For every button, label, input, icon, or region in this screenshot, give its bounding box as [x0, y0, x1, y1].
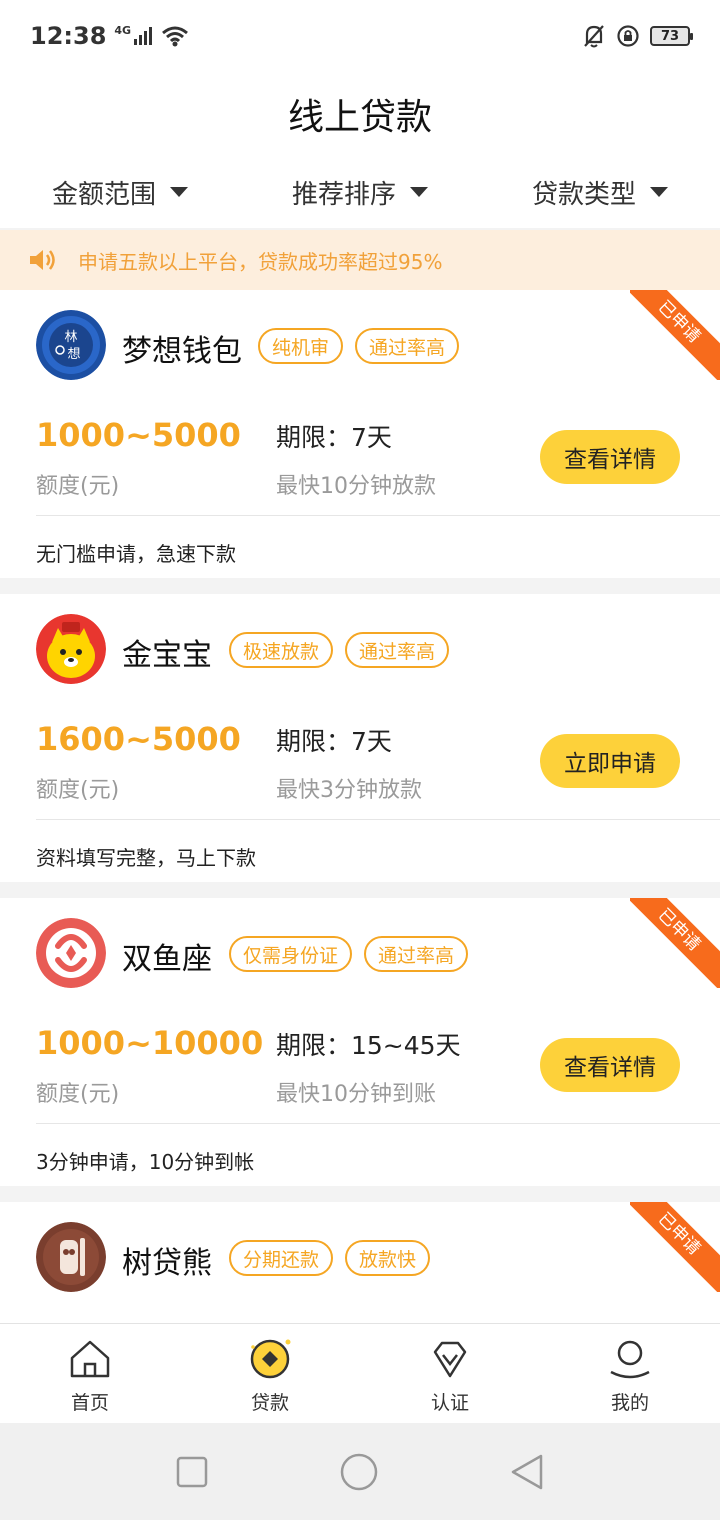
- ribbon-label: 已申请: [630, 1202, 720, 1292]
- loan-speed: 最快10分钟到账: [276, 1082, 436, 1107]
- loan-card[interactable]: 金宝宝 极速放款 通过率高 1600~5000 额度(元) 期限：7天 最快3分…: [0, 594, 720, 882]
- ribbon-label: 已申请: [630, 290, 720, 380]
- view-details-button[interactable]: 查看详情: [540, 1038, 680, 1092]
- notice-banner: 申请五款以上平台，贷款成功率超过95%: [0, 230, 720, 290]
- loan-speed: 最快3分钟放款: [276, 778, 422, 803]
- speaker-icon: [30, 250, 55, 270]
- home-icon: [70, 1340, 110, 1378]
- nav-verify[interactable]: 认证: [360, 1324, 540, 1423]
- nav-profile[interactable]: 我的: [540, 1324, 720, 1423]
- tag: 通过率高: [355, 328, 460, 364]
- applied-ribbon: 已申请: [630, 1202, 720, 1292]
- tag: 通过率高: [345, 632, 450, 668]
- caret-down-icon: [410, 187, 428, 197]
- tag: 极速放款: [229, 632, 334, 668]
- divider: [36, 515, 720, 516]
- amount-range: 1600~5000: [36, 720, 241, 758]
- loan-term: 期限：7天: [276, 423, 392, 452]
- battery-indicator: 73: [650, 26, 693, 46]
- loan-term: 期限：15~45天: [276, 1031, 461, 1060]
- battery-level: 73: [660, 28, 680, 44]
- tag-list: 仅需身份证 通过率高: [229, 936, 469, 972]
- tag: 仅需身份证: [229, 936, 353, 972]
- filter-sort-order[interactable]: 推荐排序: [240, 174, 480, 211]
- caret-down-icon: [650, 187, 668, 197]
- nav-label: 贷款: [250, 1392, 289, 1414]
- bottom-nav: 首页 贷款 认证 我的: [0, 1323, 720, 1423]
- loan-card[interactable]: 树贷熊 分期还款 放款快 已申请: [0, 1202, 720, 1323]
- loan-name: 双鱼座: [122, 942, 212, 977]
- page-header: 线上贷款: [0, 72, 720, 156]
- applied-ribbon: 已申请: [630, 290, 720, 380]
- loan-name: 金宝宝: [122, 638, 212, 673]
- notice-text: 申请五款以上平台，贷款成功率超过95%: [78, 249, 443, 274]
- tag-list: 分期还款 放款快: [229, 1240, 431, 1276]
- loan-slogan: 资料填写完整，马上下款: [36, 846, 256, 870]
- wifi-icon: [162, 26, 189, 47]
- tag: 纯机审: [258, 328, 344, 364]
- amount-label: 额度(元): [36, 778, 120, 803]
- amount-label: 额度(元): [36, 474, 120, 499]
- filter-loan-type[interactable]: 贷款类型: [480, 174, 720, 211]
- nav-label: 认证: [430, 1392, 469, 1414]
- jinbaobao-mascot-logo-icon: [36, 614, 106, 684]
- amount-range: 1000~10000: [36, 1024, 264, 1062]
- home-circle-icon[interactable]: [339, 1452, 379, 1492]
- divider: [36, 819, 720, 820]
- loan-slogan: 无门槛申请，急速下款: [36, 542, 236, 566]
- caret-down-icon: [170, 187, 188, 197]
- signal-icon: [134, 27, 153, 45]
- filter-label: 推荐排序: [291, 179, 396, 210]
- ribbon-label: 已申请: [630, 898, 720, 988]
- loan-speed: 最快10分钟放款: [276, 474, 436, 499]
- filter-label: 金额范围: [51, 179, 156, 210]
- tag-list: 纯机审 通过率高: [258, 328, 460, 364]
- loan-slogan: 3分钟申请，10分钟到帐: [36, 1150, 255, 1174]
- amount-label: 额度(元): [36, 1082, 120, 1107]
- loan-card[interactable]: 双鱼座 仅需身份证 通过率高 1000~10000 额度(元) 期限：15~45…: [0, 898, 720, 1186]
- svg-text:林: 林: [64, 330, 77, 345]
- tag-list: 极速放款 通过率高: [229, 632, 450, 668]
- pisces-logo-icon: [36, 918, 106, 988]
- tag: 通过率高: [364, 936, 469, 972]
- dream-wallet-logo-icon: 林 想: [36, 310, 106, 380]
- tag: 放款快: [345, 1240, 431, 1276]
- filter-bar: 金额范围 推荐排序 贷款类型: [0, 156, 720, 228]
- back-icon[interactable]: [509, 1453, 545, 1491]
- rotation-lock-icon: [617, 25, 639, 47]
- profile-icon: [610, 1340, 650, 1379]
- status-time: 12:38: [30, 22, 107, 50]
- status-bar: 12:38 4G 73: [0, 0, 720, 72]
- verify-diamond-icon: [433, 1341, 467, 1378]
- tag: 分期还款: [229, 1240, 334, 1276]
- system-nav-bar: [0, 1423, 720, 1520]
- applied-ribbon: 已申请: [630, 898, 720, 988]
- apply-now-button[interactable]: 立即申请: [540, 734, 680, 788]
- loan-name: 梦想钱包: [122, 334, 242, 369]
- svg-text:想: 想: [67, 346, 80, 362]
- recent-apps-icon[interactable]: [175, 1455, 209, 1489]
- loan-card[interactable]: 林 想 梦想钱包 纯机审 通过率高 1000~5000 额度(元) 期限：7天 …: [0, 290, 720, 578]
- filter-amount-range[interactable]: 金额范围: [0, 174, 240, 211]
- divider: [36, 1123, 720, 1124]
- bell-muted-icon: [584, 25, 604, 48]
- nav-label: 我的: [610, 1392, 649, 1414]
- view-details-button[interactable]: 查看详情: [540, 430, 680, 484]
- amount-range: 1000~5000: [36, 416, 241, 454]
- filter-label: 贷款类型: [531, 179, 636, 210]
- network-type: 4G: [114, 24, 132, 37]
- nav-home[interactable]: 首页: [0, 1324, 180, 1423]
- loan-coin-icon: [250, 1339, 291, 1379]
- page-title: 线上贷款: [287, 97, 432, 138]
- loan-term: 期限：7天: [276, 727, 392, 756]
- nav-label: 首页: [70, 1392, 109, 1414]
- loan-name: 树贷熊: [122, 1246, 212, 1281]
- tree-bear-logo-icon: [36, 1222, 106, 1292]
- nav-loan[interactable]: 贷款: [180, 1324, 360, 1423]
